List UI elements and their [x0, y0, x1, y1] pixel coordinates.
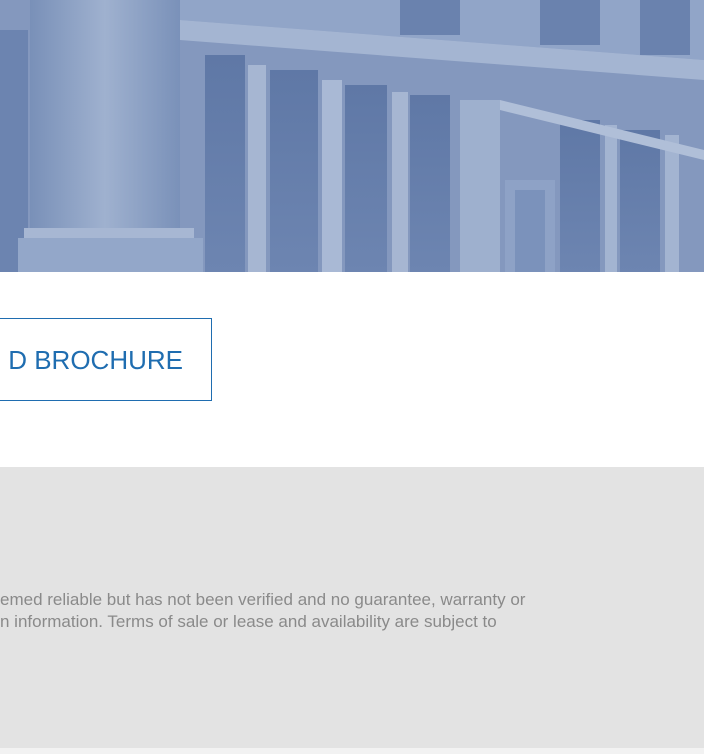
hero-building-image: [0, 0, 704, 272]
page: D BROCHURE emed reliable but has not bee…: [0, 0, 704, 754]
footer-divider: [0, 748, 704, 754]
building-facade-image: [0, 0, 704, 272]
disclaimer-line-1: emed reliable but has not been verified …: [0, 590, 526, 609]
disclaimer-line-2: n information. Terms of sale or lease an…: [0, 612, 497, 631]
download-brochure-button[interactable]: D BROCHURE: [0, 318, 212, 401]
disclaimer-text: emed reliable but has not been verified …: [0, 589, 670, 633]
